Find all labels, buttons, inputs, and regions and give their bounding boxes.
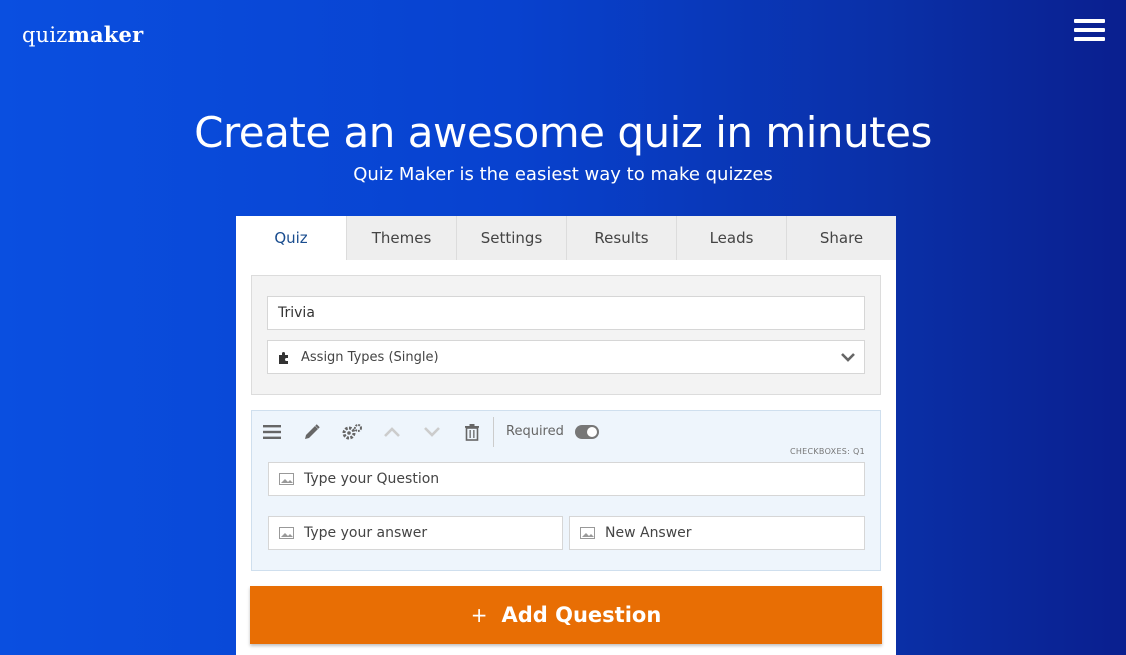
tab-quiz[interactable]: Quiz [236, 216, 346, 260]
image-icon[interactable] [580, 527, 595, 539]
chevron-down-icon[interactable] [421, 421, 443, 443]
hero-subtitle: Quiz Maker is the easiest way to make qu… [353, 164, 773, 185]
required-label: Required [506, 424, 564, 439]
add-question-label: Add Question [501, 603, 662, 627]
logo[interactable]: quizmaker [22, 22, 143, 47]
answer-input-2[interactable]: New Answer [569, 516, 865, 550]
tab-leads[interactable]: Leads [676, 216, 786, 260]
hamburger-icon[interactable] [1074, 19, 1105, 45]
hero-title: Create an awesome quiz in minutes [194, 108, 932, 157]
plus-icon: + [470, 603, 488, 627]
new-answer-placeholder: New Answer [605, 525, 692, 541]
question-card: Required CHECKBOXES: Q1 Type your Questi… [251, 410, 881, 571]
question-placeholder: Type your Question [304, 471, 440, 487]
puzzle-icon [278, 351, 291, 364]
chevron-up-icon[interactable] [381, 421, 403, 443]
drag-handle-icon[interactable] [261, 421, 283, 443]
required-toggle[interactable] [575, 425, 599, 439]
question-input[interactable]: Type your Question [268, 462, 865, 496]
gears-icon[interactable] [341, 421, 363, 443]
assign-types-select[interactable]: Assign Types (Single) [267, 340, 865, 374]
assign-types-label: Assign Types (Single) [301, 349, 439, 365]
answer-placeholder: Type your answer [304, 525, 428, 541]
pencil-icon[interactable] [301, 421, 323, 443]
chevron-down-icon [840, 350, 856, 368]
tab-themes[interactable]: Themes [346, 216, 456, 260]
question-type-label: CHECKBOXES: Q1 [789, 447, 865, 456]
image-icon[interactable] [279, 527, 294, 539]
quiz-title-input[interactable]: Trivia [267, 296, 865, 330]
image-icon[interactable] [279, 473, 294, 485]
tab-results[interactable]: Results [566, 216, 676, 260]
add-question-button[interactable]: + Add Question [250, 586, 882, 644]
tab-share[interactable]: Share [786, 216, 896, 260]
tab-settings[interactable]: Settings [456, 216, 566, 260]
logo-bold-text: maker [67, 22, 144, 47]
trash-icon[interactable] [461, 421, 483, 443]
logo-light-text: quiz [22, 23, 68, 47]
question-toolbar: Required [252, 411, 880, 451]
quiz-settings-box: Trivia Assign Types (Single) [251, 275, 881, 395]
tab-bar: Quiz Themes Settings Results Leads Share [236, 216, 896, 260]
quiz-editor-panel: Quiz Themes Settings Results Leads Share… [236, 216, 896, 655]
toolbar-divider [493, 417, 494, 447]
answer-input-1[interactable]: Type your answer [268, 516, 563, 550]
